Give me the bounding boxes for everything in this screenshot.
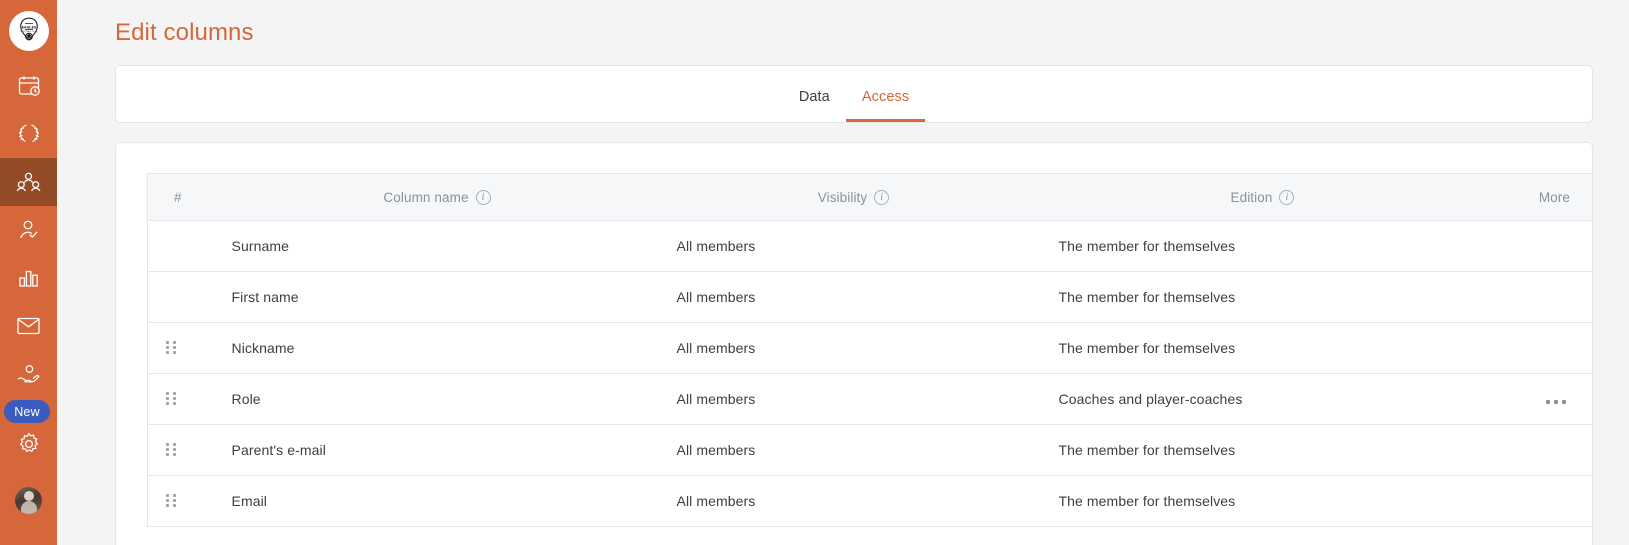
- eagles-club-logo: EAGLES FOOTBALL CLUB: [8, 11, 49, 51]
- table-row: Surname All members The member for thems…: [147, 220, 1592, 272]
- hand-coin-icon: [17, 364, 40, 383]
- sidebar-item-members[interactable]: [0, 158, 57, 206]
- row-handle-cell: [147, 220, 210, 272]
- calendar-clock-icon: [18, 76, 40, 96]
- row-edition[interactable]: The member for themselves: [1042, 271, 1483, 323]
- table-row: Email All members The member for themsel…: [147, 475, 1592, 527]
- drag-handle-icon[interactable]: [166, 341, 176, 355]
- row-column-name: Nickname: [209, 322, 665, 374]
- table-row: Parent's e-mail All members The member f…: [147, 424, 1592, 476]
- drag-handle-icon[interactable]: [166, 392, 176, 406]
- tabs-card: Data Access: [115, 65, 1593, 123]
- row-handle-cell: [147, 475, 210, 527]
- sidebar-item-attendance[interactable]: [0, 206, 57, 254]
- envelope-icon: [17, 317, 40, 335]
- header-visibility: Visibility i: [664, 173, 1043, 221]
- more-options-icon[interactable]: [1546, 400, 1566, 404]
- bar-chart-icon: [19, 270, 38, 287]
- avatar[interactable]: [0, 476, 57, 524]
- header-column-name: Column name i: [209, 173, 665, 221]
- row-edition[interactable]: The member for themselves: [1042, 220, 1483, 272]
- main-content: Edit columns Data Access # Column name i…: [57, 0, 1629, 545]
- info-icon[interactable]: i: [1279, 189, 1295, 205]
- info-icon[interactable]: i: [475, 189, 491, 205]
- sidebar-item-calendar[interactable]: [0, 62, 57, 110]
- members-group-icon: [16, 172, 41, 191]
- row-edition[interactable]: The member for themselves: [1042, 322, 1483, 374]
- header-hash: #: [147, 173, 210, 221]
- table-row: First name All members The member for th…: [147, 271, 1592, 323]
- sidebar-item-finances[interactable]: [0, 350, 57, 398]
- row-handle-cell: [147, 322, 210, 374]
- row-more-cell: [1482, 271, 1592, 323]
- table-header-row: # Column name i Visibility i Edition i M…: [147, 173, 1592, 221]
- row-handle-cell: [147, 373, 210, 425]
- row-column-name: Parent's e-mail: [209, 424, 665, 476]
- row-column-name: Surname: [209, 220, 665, 272]
- laurel-wreath-icon: [18, 124, 39, 143]
- row-edition[interactable]: The member for themselves: [1042, 424, 1483, 476]
- table-row: Nickname All members The member for them…: [147, 322, 1592, 374]
- club-logo[interactable]: EAGLES FOOTBALL CLUB: [0, 0, 57, 62]
- sidebar-item-competitions[interactable]: [0, 110, 57, 158]
- row-column-name: First name: [209, 271, 665, 323]
- header-column-name-label: Column name: [383, 189, 469, 205]
- row-more-cell: [1482, 475, 1592, 527]
- info-icon[interactable]: i: [874, 189, 890, 205]
- svg-text:FOOTBALL CLUB: FOOTBALL CLUB: [20, 30, 38, 33]
- row-column-name: Email: [209, 475, 665, 527]
- row-handle-cell: [147, 424, 210, 476]
- app-root: EAGLES FOOTBALL CLUB New Edit columns Da…: [0, 0, 1629, 545]
- sidebar-item-settings[interactable]: [0, 420, 57, 468]
- tab-bar: Data Access: [783, 89, 926, 122]
- row-column-name: Role: [209, 373, 665, 425]
- page-title: Edit columns: [115, 19, 254, 46]
- columns-table: # Column name i Visibility i Edition i M…: [147, 173, 1592, 527]
- row-visibility[interactable]: All members: [664, 322, 1043, 374]
- row-visibility[interactable]: All members: [664, 220, 1043, 272]
- header-visibility-label: Visibility: [817, 189, 868, 205]
- row-more-cell: [1482, 424, 1592, 476]
- tab-access[interactable]: Access: [845, 89, 926, 122]
- drag-handle-icon[interactable]: [166, 494, 176, 508]
- header-more: More: [1482, 173, 1592, 221]
- row-more-cell: [1482, 322, 1592, 374]
- row-more-cell: [1482, 220, 1592, 272]
- row-edition[interactable]: The member for themselves: [1042, 475, 1483, 527]
- header-edition-label: Edition: [1230, 189, 1273, 205]
- user-avatar: [15, 486, 42, 514]
- header-edition: Edition i: [1042, 173, 1483, 221]
- table-body: Surname All members The member for thems…: [147, 220, 1592, 527]
- row-visibility[interactable]: All members: [664, 424, 1043, 476]
- sidebar-item-messages[interactable]: [0, 302, 57, 350]
- table-row: Role All members Coaches and player-coac…: [147, 373, 1592, 425]
- row-visibility[interactable]: All members: [664, 373, 1043, 425]
- sidebar-item-statistics[interactable]: [0, 254, 57, 302]
- eagles-badge-icon: EAGLES FOOTBALL CLUB: [19, 17, 38, 41]
- tab-data[interactable]: Data: [783, 89, 846, 122]
- table-head: # Column name i Visibility i Edition i M…: [147, 173, 1592, 221]
- row-visibility[interactable]: All members: [664, 475, 1043, 527]
- drag-handle-icon[interactable]: [166, 443, 176, 457]
- columns-table-card: # Column name i Visibility i Edition i M…: [115, 142, 1593, 545]
- row-more-cell: [1482, 373, 1592, 425]
- sidebar: EAGLES FOOTBALL CLUB New: [0, 0, 57, 545]
- person-check-icon: [19, 220, 38, 238]
- row-visibility[interactable]: All members: [664, 271, 1043, 323]
- row-edition[interactable]: Coaches and player-coaches: [1042, 373, 1483, 425]
- gear-icon: [19, 432, 38, 453]
- row-handle-cell: [147, 271, 210, 323]
- svg-text:EAGLES: EAGLES: [21, 25, 36, 29]
